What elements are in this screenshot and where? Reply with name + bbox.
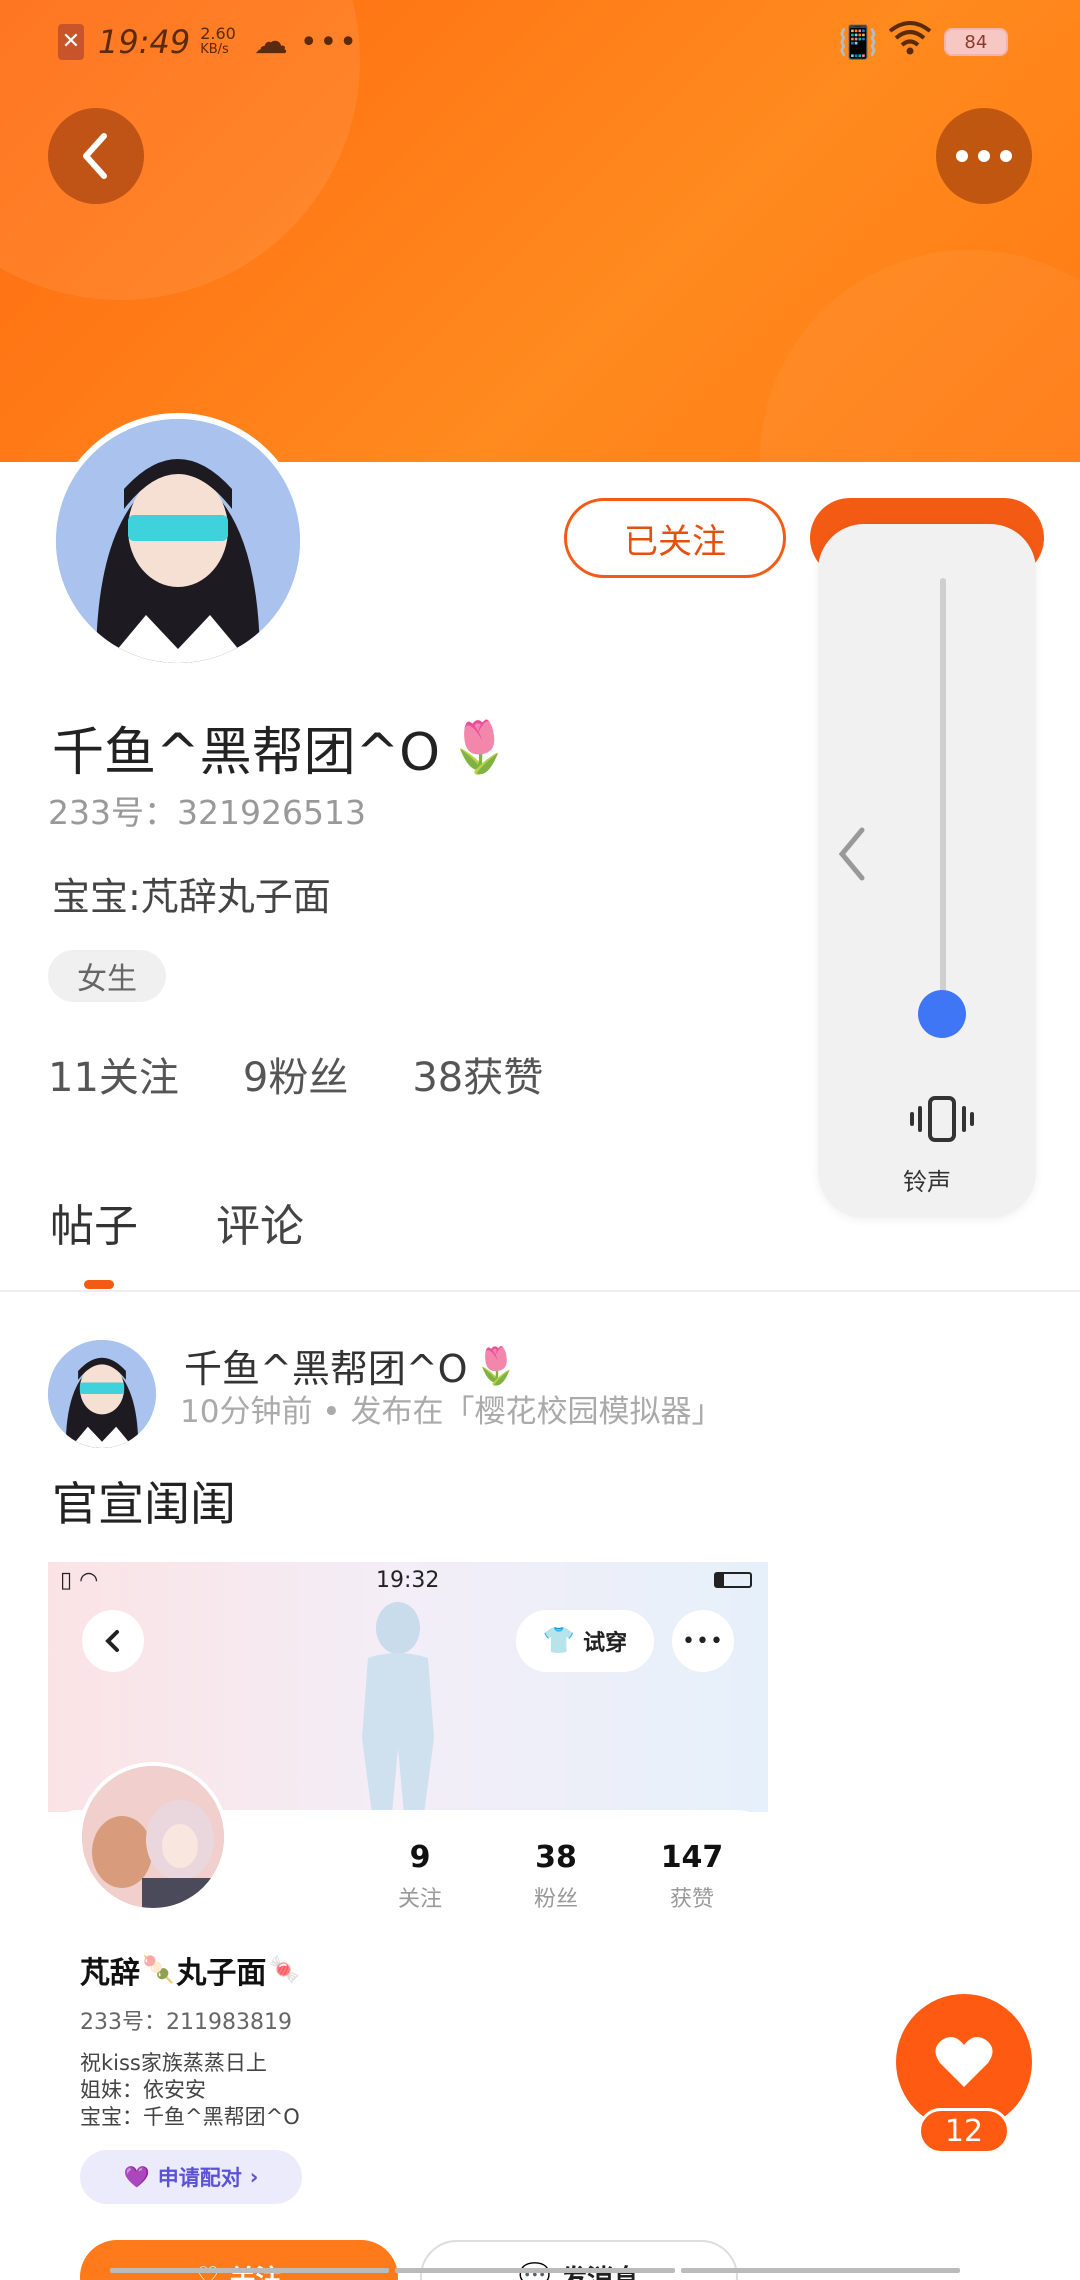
tulip-icon: 🌷: [473, 1345, 519, 1387]
like-count: 12: [918, 2108, 1010, 2154]
status-bar-right: 📳 84: [838, 18, 1008, 66]
status-time: 19:49: [98, 23, 191, 61]
vibrate-mode-icon[interactable]: [908, 1094, 976, 1144]
embedded-status-time: 19:32: [376, 1568, 440, 1593]
tulip-icon: 🌷: [448, 718, 511, 776]
post-avatar-illustration: [48, 1340, 156, 1448]
profile-avatar[interactable]: [50, 413, 306, 669]
candy-icon: 🍡: [142, 1955, 175, 1985]
embedded-message-button: 💬 发消息: [420, 2240, 738, 2280]
status-bar-left: ✕ 19:49 2.60 KB/s ☁ •••: [58, 18, 359, 66]
network-speed: 2.60 KB/s: [200, 24, 236, 58]
profile-bio: 宝宝:芃辞丸子面: [52, 875, 331, 919]
fans-count[interactable]: 9粉丝: [243, 1045, 348, 1103]
embedded-following-stat: 9 关注: [397, 1840, 442, 1912]
weather-icon: ☁: [253, 22, 288, 62]
post-image[interactable]: ▯ ◠ 19:32 👕 试穿 ••• 9 关注 38 粉丝 147 获赞 芃辞 …: [48, 1562, 768, 2280]
chevron-right-icon: ›: [249, 2165, 259, 2189]
candy-icon: 🍬: [268, 1955, 301, 1985]
tshirt-icon: 👕: [542, 1626, 576, 1656]
embedded-status-icons: ▯ ◠: [60, 1568, 99, 1593]
active-tab-indicator: [84, 1280, 114, 1289]
more-horizontal-icon: [956, 150, 1012, 162]
more-notifications-icon: •••: [299, 24, 359, 60]
following-count[interactable]: 11关注: [48, 1045, 179, 1103]
back-button[interactable]: [48, 108, 144, 204]
profile-name: 千鱼^黑帮团^O 🌷: [52, 718, 511, 783]
embedded-avatar: [78, 1762, 228, 1912]
profile-stats: 11关注 9粉丝 38获赞: [48, 1045, 543, 1103]
more-horizontal-icon: •••: [682, 1628, 724, 1654]
embedded-fans-stat: 38 粉丝: [533, 1840, 578, 1912]
chevron-left-icon: [105, 1630, 119, 1652]
followed-button[interactable]: 已关注: [564, 498, 786, 578]
tabs-divider: [0, 1290, 1080, 1292]
tab-comments[interactable]: 评论: [216, 1190, 304, 1254]
chevron-left-icon: [83, 133, 107, 179]
embedded-bio: 祝kiss家族蒸蒸日上 姐妹：依安安 宝宝：千鱼^黑帮团^O: [80, 2051, 300, 2129]
volume-slider-track[interactable]: [940, 578, 946, 998]
embedded-battery-icon: [714, 1572, 752, 1588]
post-title: 官宣闺闺: [52, 1477, 236, 1531]
embedded-uid: 233号：211983819: [80, 2010, 292, 2035]
embedded-back-button: [82, 1610, 144, 1672]
embedded-try-on-button: 👕 试穿: [516, 1610, 654, 1672]
heart-icon: [935, 2036, 993, 2087]
embedded-more-button: •••: [672, 1610, 734, 1672]
more-options-button[interactable]: [936, 108, 1032, 204]
sim-icon: ✕: [58, 24, 84, 60]
gesture-bar: [110, 2268, 960, 2273]
embedded-likes-stat: 147 获赞: [660, 1840, 724, 1912]
tab-posts[interactable]: 帖子: [50, 1190, 138, 1254]
profile-header-background: [0, 0, 1080, 462]
embedded-pair-button: 💜 申请配对 ›: [80, 2150, 302, 2204]
likes-count: 38获赞: [412, 1055, 544, 1101]
post-author-avatar[interactable]: [48, 1340, 156, 1448]
collapse-arrow-icon[interactable]: [832, 824, 872, 884]
volume-panel: 铃声: [818, 524, 1036, 1218]
volume-slider-handle[interactable]: [918, 990, 966, 1038]
profile-uid: 233号：321926513: [48, 793, 366, 832]
heart-icon: 💜: [123, 2164, 150, 2189]
post-meta: 10分钟前 • 发布在「樱花校园模拟器」: [180, 1394, 723, 1430]
avatar-illustration: [56, 419, 300, 663]
embedded-name: 芃辞 🍡 丸子面 🍬: [80, 1955, 301, 1991]
volume-mode-label: 铃声: [903, 1168, 951, 1196]
character-silhouette: [362, 1602, 434, 1814]
vibrate-icon: 📳: [838, 23, 878, 61]
embedded-follow-button: ♡ 关注: [80, 2240, 398, 2280]
gender-tag: 女生: [48, 950, 166, 1002]
battery-icon: 84: [943, 28, 1008, 56]
wifi-icon: [888, 21, 932, 63]
post-author-name[interactable]: 千鱼^黑帮团^O 🌷: [184, 1338, 518, 1393]
embedded-avatar-illustration: [82, 1766, 224, 1908]
